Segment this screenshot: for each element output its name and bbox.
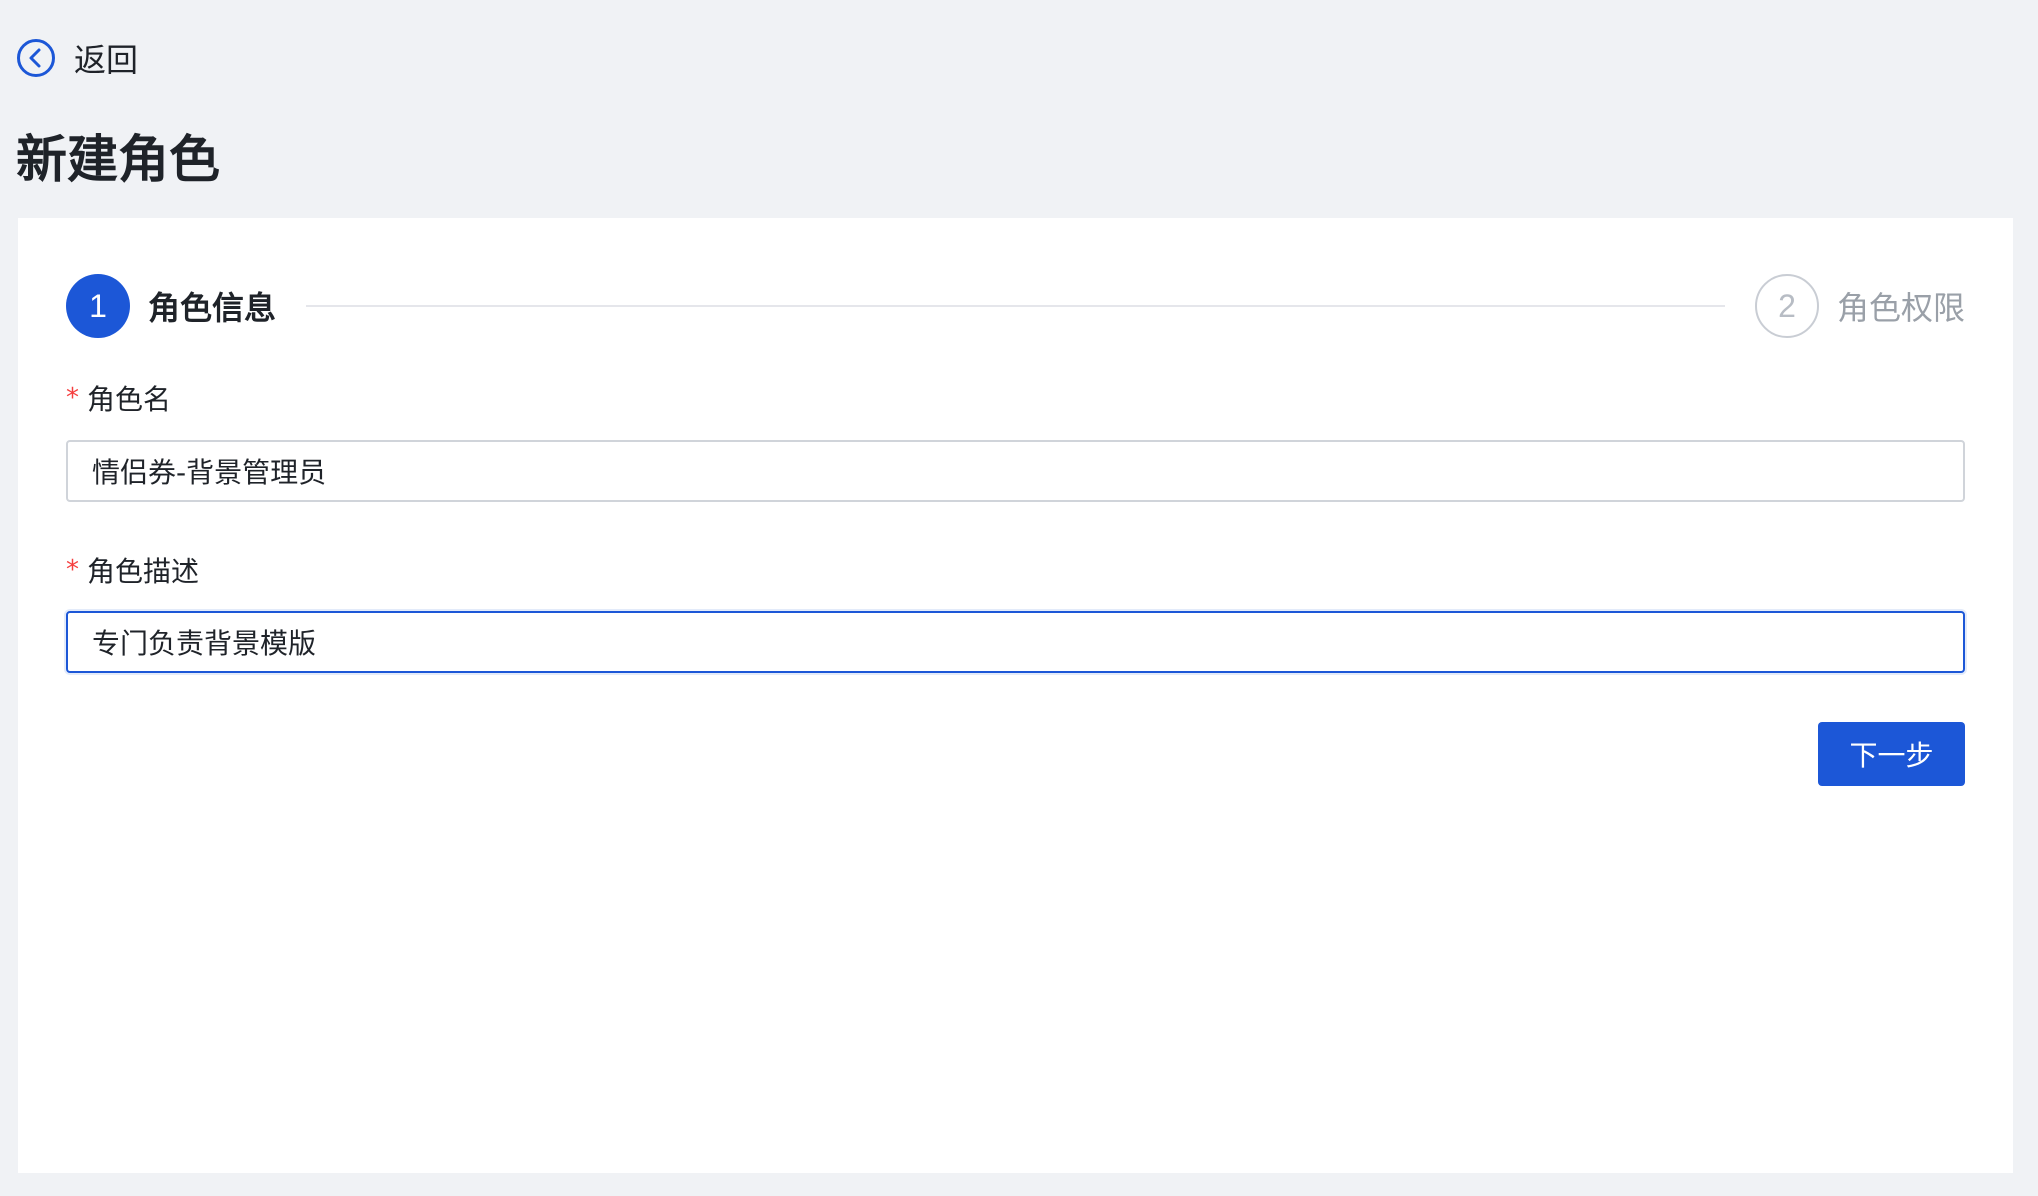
step-connector-line bbox=[306, 305, 1725, 307]
required-mark: * bbox=[66, 383, 79, 413]
back-link[interactable]: 返回 bbox=[16, 37, 138, 79]
step-1-label: 角色信息 bbox=[148, 289, 277, 327]
role-name-label-text: 角色名 bbox=[87, 383, 172, 416]
form-card: 1 角色信息 2 角色权限 * 角色名 * 角色描述 下一步 bbox=[18, 218, 2013, 1173]
steps-bar: 1 角色信息 2 角色权限 bbox=[66, 274, 1965, 338]
page-title: 新建角色 bbox=[16, 131, 221, 190]
step-role-permissions: 2 角色权限 bbox=[1754, 274, 1965, 338]
role-description-input[interactable] bbox=[66, 611, 1965, 673]
step-1-number: 1 bbox=[66, 274, 130, 338]
chevron-left-circle-icon[interactable] bbox=[16, 38, 56, 78]
role-name-input[interactable] bbox=[66, 440, 1965, 502]
back-label: 返回 bbox=[74, 41, 139, 79]
step-2-number: 2 bbox=[1754, 274, 1819, 338]
step-role-info: 1 角色信息 bbox=[66, 274, 276, 338]
role-description-label: * 角色描述 bbox=[66, 550, 199, 590]
required-mark: * bbox=[66, 555, 79, 585]
next-step-button[interactable]: 下一步 bbox=[1818, 722, 1965, 786]
role-name-label: * 角色名 bbox=[66, 378, 171, 418]
role-description-label-text: 角色描述 bbox=[87, 555, 200, 588]
step-2-label: 角色权限 bbox=[1836, 289, 1965, 327]
